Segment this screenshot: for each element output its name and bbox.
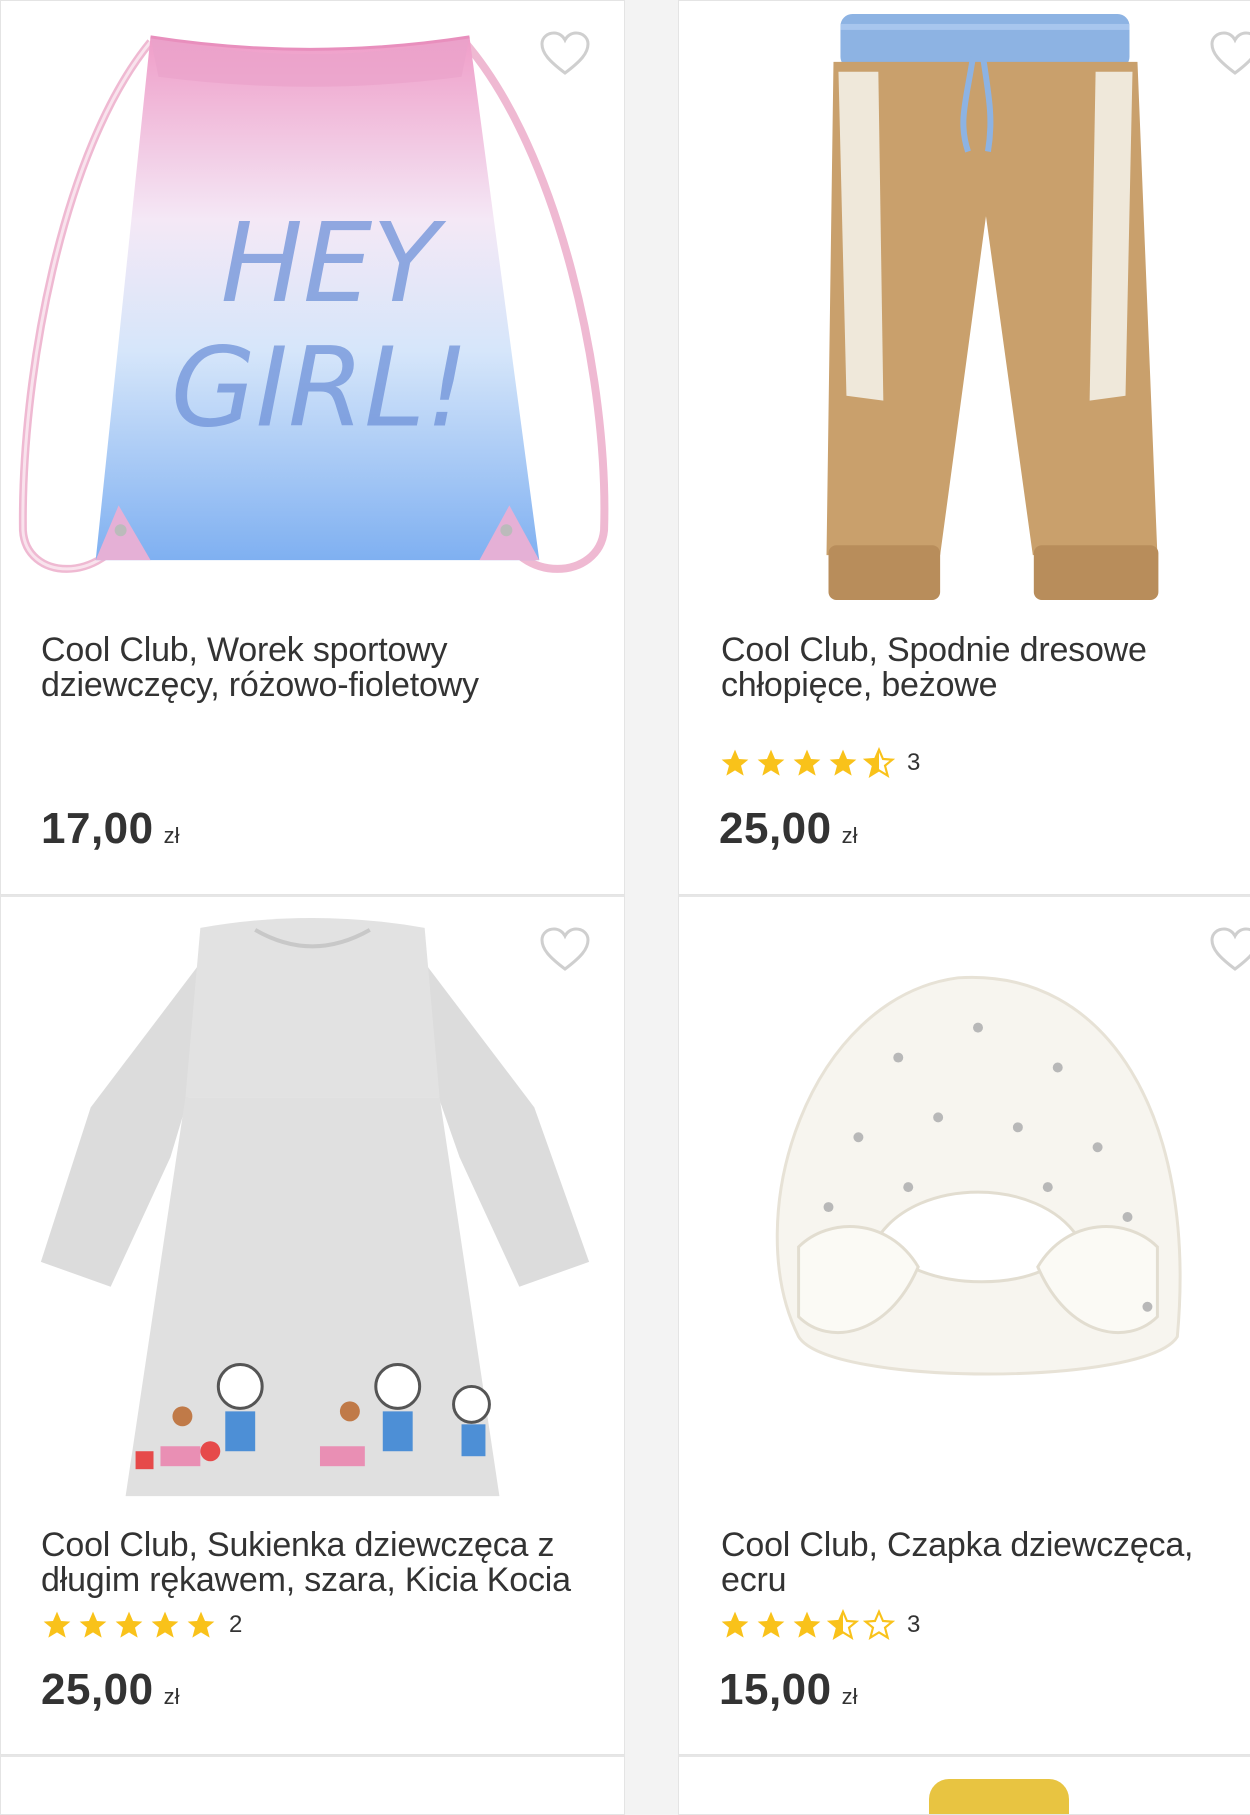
product-title[interactable]: Cool Club, Czapka dziewczęca, ecru <box>721 1528 1247 1598</box>
price-amount: 25,00 <box>719 804 832 853</box>
price-amount: 15,00 <box>719 1665 832 1714</box>
svg-text:HEY: HEY <box>221 199 448 327</box>
product-card[interactable] <box>678 1755 1250 1815</box>
star-full-icon <box>151 1611 179 1638</box>
product-price: 25,00 zł <box>41 1665 180 1715</box>
product-title[interactable]: Cool Club, Worek sportowy dziewczęcy, ró… <box>41 633 594 703</box>
star-full-icon <box>79 1611 107 1638</box>
product-image-turban-hat[interactable] <box>679 917 1250 1527</box>
rating-stars: 3 <box>719 1609 920 1641</box>
favorite-heart-icon[interactable] <box>539 927 591 973</box>
rating-stars: 3 <box>719 747 920 779</box>
rating-count: 3 <box>907 1611 921 1638</box>
product-card[interactable]: Cool Club, Spodnie dresowe chłopięce, be… <box>678 0 1250 895</box>
price-amount: 17,00 <box>41 804 154 853</box>
favorite-heart-icon[interactable] <box>1209 31 1250 77</box>
rating-count: 2 <box>229 1611 243 1638</box>
star-full-icon <box>43 1611 71 1638</box>
product-price: 15,00 zł <box>719 1665 858 1715</box>
product-card[interactable]: Cool Club, Czapka dziewczęca, ecru 3 15,… <box>678 895 1250 1755</box>
price-currency: zł <box>841 823 858 848</box>
rating-stars: 2 <box>41 1609 242 1641</box>
price-currency: zł <box>163 1684 180 1709</box>
star-full-icon <box>793 1611 821 1638</box>
product-image-gym-bag[interactable]: HEY GIRL! <box>1 1 624 611</box>
rating-count: 3 <box>907 749 921 776</box>
product-card[interactable] <box>0 1755 625 1815</box>
product-card[interactable]: HEY GIRL! Cool Club, Worek sportowy dzie… <box>0 0 625 895</box>
star-empty-icon <box>863 1609 895 1640</box>
star-full-icon <box>721 749 749 776</box>
product-image-dress[interactable] <box>1 907 624 1517</box>
star-full-icon <box>115 1611 143 1638</box>
star-half-icon <box>863 747 895 778</box>
product-title[interactable]: Cool Club, Sukienka dziewczęca z długim … <box>41 1528 594 1598</box>
star-full-icon <box>793 749 821 776</box>
favorite-heart-icon[interactable] <box>1209 927 1250 973</box>
product-title[interactable]: Cool Club, Spodnie dresowe chłopięce, be… <box>721 633 1247 703</box>
product-image-sweatpants[interactable] <box>679 1 1250 611</box>
price-currency: zł <box>163 823 180 848</box>
svg-text:GIRL!: GIRL! <box>171 324 469 452</box>
star-full-icon <box>829 749 857 776</box>
price-amount: 25,00 <box>41 1665 154 1714</box>
product-card[interactable]: Cool Club, Sukienka dziewczęca z długim … <box>0 895 625 1755</box>
star-full-icon <box>721 1611 749 1638</box>
star-half-icon <box>827 1609 859 1640</box>
product-image-partial[interactable] <box>929 1779 1069 1814</box>
star-full-icon <box>757 749 785 776</box>
price-currency: zł <box>841 1684 858 1709</box>
product-price: 25,00 zł <box>719 804 858 854</box>
product-price: 17,00 zł <box>41 804 180 854</box>
favorite-heart-icon[interactable] <box>539 31 591 77</box>
star-full-icon <box>757 1611 785 1638</box>
star-full-icon <box>187 1611 215 1638</box>
